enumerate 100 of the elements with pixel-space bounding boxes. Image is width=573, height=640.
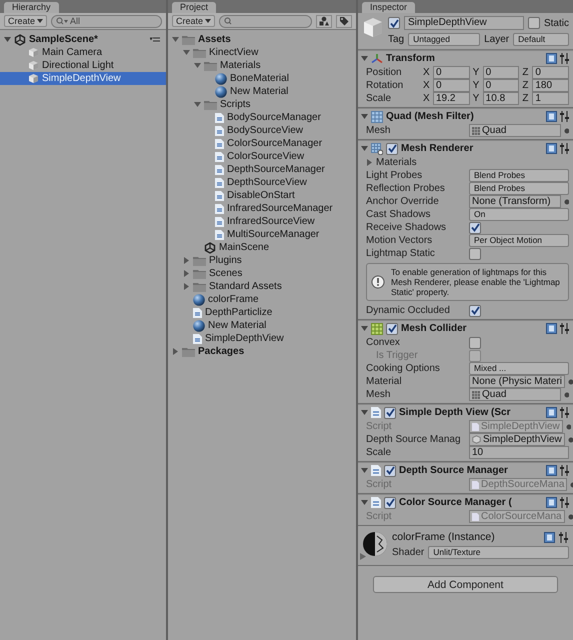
checkbox[interactable] bbox=[469, 248, 481, 260]
foldout-arrow-icon[interactable] bbox=[361, 325, 368, 332]
menu-icon[interactable] bbox=[150, 36, 160, 42]
asset-label[interactable]: New Material bbox=[208, 319, 266, 332]
asset-label[interactable]: Assets bbox=[198, 33, 231, 46]
object-picker-icon[interactable] bbox=[564, 198, 569, 204]
asset-label[interactable]: ColorSourceManager bbox=[227, 137, 322, 150]
foldout-arrow-icon[interactable] bbox=[361, 55, 368, 62]
expand-arrow-icon[interactable] bbox=[183, 257, 190, 264]
expand-arrow-icon[interactable] bbox=[194, 62, 201, 69]
dropdown[interactable]: Blend Probes bbox=[469, 182, 569, 195]
object-field[interactable]: Quad bbox=[469, 124, 561, 137]
object-field[interactable]: None (Transform) bbox=[469, 195, 561, 208]
enabled-checkbox[interactable] bbox=[384, 464, 396, 476]
foldout-arrow-icon[interactable] bbox=[361, 467, 368, 474]
asset-label[interactable]: DisableOnStart bbox=[227, 189, 295, 202]
help-icon[interactable] bbox=[546, 143, 557, 154]
create-button[interactable]: Create bbox=[4, 15, 48, 27]
dropdown[interactable]: Mixed ... bbox=[469, 362, 569, 375]
layer-dropdown[interactable]: Default bbox=[513, 33, 569, 46]
asset-label[interactable]: colorFrame bbox=[208, 293, 259, 306]
active-checkbox[interactable] bbox=[388, 17, 400, 29]
asset-label[interactable]: New Material bbox=[230, 85, 288, 98]
asset-label[interactable]: SimpleDepthView bbox=[205, 332, 284, 345]
expand-arrow-icon[interactable] bbox=[194, 101, 201, 108]
checkbox[interactable] bbox=[469, 336, 481, 348]
number-field[interactable]: 1 bbox=[532, 92, 570, 105]
number-field[interactable]: 0 bbox=[532, 66, 570, 79]
asset-label[interactable]: Standard Assets bbox=[209, 280, 282, 293]
expand-arrow-icon[interactable] bbox=[183, 49, 190, 56]
hierarchy-tab[interactable]: Hierarchy bbox=[4, 2, 59, 13]
settings-icon[interactable] bbox=[560, 497, 570, 508]
checkbox[interactable] bbox=[469, 222, 481, 234]
help-icon[interactable] bbox=[546, 465, 557, 476]
expand-arrow-icon[interactable] bbox=[172, 36, 179, 43]
help-icon[interactable] bbox=[546, 111, 557, 122]
settings-icon[interactable] bbox=[560, 465, 570, 476]
foldout-arrow-icon[interactable] bbox=[360, 553, 366, 560]
enabled-checkbox[interactable] bbox=[384, 406, 396, 418]
enabled-checkbox[interactable] bbox=[386, 322, 398, 334]
search-field[interactable] bbox=[219, 14, 312, 28]
asset-label[interactable]: ColorSourceView bbox=[227, 150, 304, 163]
settings-icon[interactable] bbox=[560, 53, 570, 64]
filter-by-label-button[interactable] bbox=[336, 14, 352, 28]
expand-arrow-icon[interactable] bbox=[172, 348, 179, 355]
object-field[interactable]: SimpleDepthView bbox=[469, 433, 565, 446]
asset-label[interactable]: Packages bbox=[198, 345, 244, 358]
foldout-arrow-icon[interactable] bbox=[361, 499, 368, 506]
object-picker-icon[interactable] bbox=[566, 424, 571, 430]
help-icon[interactable] bbox=[546, 323, 557, 334]
expand-arrow-icon[interactable] bbox=[4, 36, 11, 43]
foldout-arrow-icon[interactable] bbox=[361, 113, 368, 120]
add-component-button[interactable]: Add Component bbox=[373, 576, 558, 593]
object-field[interactable]: Quad bbox=[469, 388, 561, 401]
hierarchy-item[interactable]: SimpleDepthView bbox=[0, 72, 166, 85]
asset-label[interactable]: InfraredSourceManager bbox=[227, 202, 333, 215]
enabled-checkbox[interactable] bbox=[384, 496, 396, 508]
asset-label[interactable]: DepthSourceView bbox=[227, 176, 307, 189]
foldout-arrow-icon[interactable] bbox=[361, 145, 368, 152]
expand-arrow-icon[interactable] bbox=[183, 270, 190, 277]
number-field[interactable]: 180 bbox=[532, 79, 570, 92]
inspector-tab[interactable]: Inspector bbox=[362, 2, 416, 13]
asset-label[interactable]: Plugins bbox=[209, 254, 242, 267]
settings-icon[interactable] bbox=[559, 532, 569, 542]
asset-label[interactable]: Materials bbox=[220, 59, 261, 72]
asset-label[interactable]: BoneMaterial bbox=[230, 72, 289, 85]
help-icon[interactable] bbox=[546, 53, 557, 64]
dropdown[interactable]: Per Object Motion bbox=[469, 234, 569, 247]
asset-label[interactable]: MultiSourceManager bbox=[227, 228, 320, 241]
settings-icon[interactable] bbox=[560, 407, 570, 418]
asset-label[interactable]: BodySourceView bbox=[227, 124, 303, 137]
help-icon[interactable] bbox=[544, 532, 555, 542]
search-field[interactable]: All bbox=[51, 14, 162, 28]
foldout-arrow-icon[interactable] bbox=[361, 409, 368, 416]
hierarchy-item[interactable]: Directional Light bbox=[0, 59, 166, 72]
number-field[interactable]: 10.8 bbox=[482, 92, 520, 105]
checkbox[interactable] bbox=[469, 304, 481, 316]
expand-arrow-icon[interactable] bbox=[183, 283, 190, 290]
settings-icon[interactable] bbox=[560, 143, 570, 154]
object-picker-icon[interactable] bbox=[568, 514, 573, 520]
help-icon[interactable] bbox=[546, 407, 557, 418]
number-field[interactable]: 0 bbox=[433, 79, 470, 92]
name-field[interactable]: SimpleDepthView bbox=[404, 16, 524, 30]
filter-by-type-button[interactable] bbox=[316, 14, 332, 28]
shader-dropdown[interactable]: Unlit/Texture bbox=[428, 546, 569, 559]
asset-label[interactable]: Scenes bbox=[209, 267, 242, 280]
static-checkbox[interactable] bbox=[528, 17, 540, 29]
asset-label[interactable]: MainScene bbox=[219, 241, 270, 254]
asset-label[interactable]: Scripts bbox=[220, 98, 251, 111]
object-picker-icon[interactable] bbox=[564, 392, 569, 398]
asset-label[interactable]: DepthParticlize bbox=[205, 306, 272, 319]
create-button[interactable]: Create bbox=[172, 15, 216, 27]
foldout-arrow-icon[interactable] bbox=[366, 159, 373, 166]
asset-label[interactable]: DepthSourceManager bbox=[227, 163, 325, 176]
object-field[interactable]: None (Physic Materi bbox=[469, 375, 566, 388]
dropdown[interactable]: Blend Probes bbox=[469, 169, 569, 182]
settings-icon[interactable] bbox=[560, 111, 570, 122]
asset-label[interactable]: BodySourceManager bbox=[227, 111, 321, 124]
number-field[interactable]: 0 bbox=[482, 79, 520, 92]
hierarchy-item[interactable]: Main Camera bbox=[0, 46, 166, 59]
